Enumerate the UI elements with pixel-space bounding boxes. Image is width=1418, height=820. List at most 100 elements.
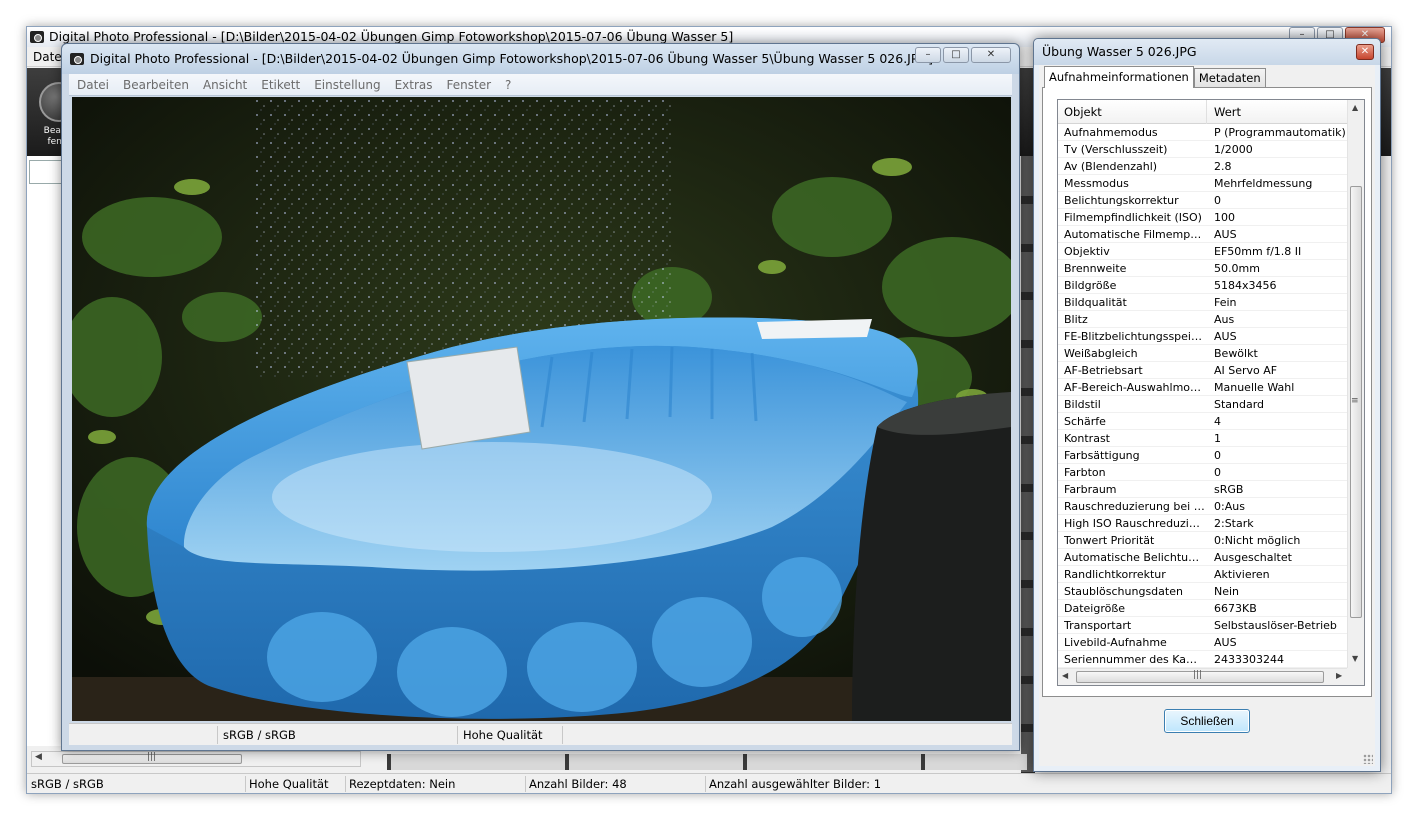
close-icon[interactable]: ✕ [971, 47, 1011, 63]
dialog-title-bar: Übung Wasser 5 026.JPG ✕ [1034, 39, 1380, 65]
info-row[interactable]: Messmodus Mehrfeldmessung [1058, 175, 1348, 192]
info-rows: Aufnahmemodus P (Programmautomatik) Tv (Ve… [1058, 124, 1348, 668]
info-row-key: Tv (Verschlusszeit) [1064, 143, 1168, 156]
info-row[interactable]: Bildgröße 5184x3456 [1058, 277, 1348, 294]
list-header: Objekt Wert [1058, 100, 1348, 124]
info-row-key: Staublöschungsdaten [1064, 585, 1183, 598]
folder-field[interactable] [29, 160, 63, 184]
scroll-grip-icon: ≡ [1351, 396, 1359, 406]
close-icon[interactable]: ✕ [1356, 44, 1374, 60]
info-row-value: 2:Stark [1214, 517, 1254, 530]
shooting-info-dialog: Übung Wasser 5 026.JPG ✕ Aufnahmeinforma… [1033, 38, 1381, 772]
info-row[interactable]: Bildqualität Fein [1058, 294, 1348, 311]
info-row[interactable]: Staublöschungsdaten Nein [1058, 583, 1348, 600]
main-status-bar: sRGB / sRGB Hohe Qualität Rezeptdaten: N… [27, 773, 1391, 793]
menu-extras[interactable]: Extras [395, 74, 433, 95]
info-row-value: sRGB [1214, 483, 1244, 496]
info-row-key: Livebild-Aufnahme [1064, 636, 1167, 649]
viewer-status-bar: sRGB / sRGB Hohe Qualität [69, 723, 1012, 745]
info-row[interactable]: Farbraum sRGB [1058, 481, 1348, 498]
info-row[interactable]: Aufnahmemodus P (Programmautomatik) [1058, 124, 1348, 141]
minimize-icon[interactable]: – [915, 47, 941, 63]
info-row-key: Bildstil [1064, 398, 1101, 411]
scroll-left-icon[interactable]: ◀ [1062, 671, 1068, 680]
info-row-key: Farbton [1064, 466, 1106, 479]
info-row-value: Nein [1214, 585, 1240, 598]
info-row-key: Rauschreduzierung bei Lan... [1064, 500, 1206, 513]
info-row[interactable]: Rauschreduzierung bei Lan... 0:Aus [1058, 498, 1348, 515]
info-row[interactable]: Tonwert Priorität 0:Nicht möglich [1058, 532, 1348, 549]
info-row-value: 0 [1214, 449, 1221, 462]
info-row[interactable]: Tv (Verschlusszeit) 1/2000 [1058, 141, 1348, 158]
tab-metadaten[interactable]: Metadaten [1193, 68, 1266, 88]
viewer-title-bar: Digital Photo Professional - [D:\Bilder\… [62, 44, 1019, 74]
main-horizontal-scrollbar[interactable]: ◀ ||| [31, 751, 361, 767]
scroll-up-icon[interactable]: ▲ [1352, 103, 1358, 112]
menu-bearbeiten[interactable]: Bearbeiten [123, 74, 189, 95]
info-row-value: 0 [1214, 194, 1221, 207]
info-list[interactable]: Objekt Wert Aufnahmemodus P (Programmauto… [1057, 99, 1365, 686]
info-row-key: Kontrast [1064, 432, 1110, 445]
info-row[interactable]: AF-Betriebsart AI Servo AF [1058, 362, 1348, 379]
menu-datei[interactable]: Datei [77, 74, 109, 95]
info-row[interactable]: Filmempfindlichkeit (ISO) 100 [1058, 209, 1348, 226]
info-row[interactable]: Schärfe 4 [1058, 413, 1348, 430]
close-button[interactable]: Schließen [1164, 709, 1250, 733]
info-row[interactable]: FE-Blitzbelichtungsspeicher... AUS [1058, 328, 1348, 345]
info-row[interactable]: Automatische Belichtungso... Ausgeschalte… [1058, 549, 1348, 566]
info-row-value: Manuelle Wahl [1214, 381, 1295, 394]
thumbnail-bottom-strip [387, 754, 1027, 770]
scroll-left-icon[interactable]: ◀ [35, 752, 42, 762]
info-row[interactable]: Automatische Filmempfindli... AUS [1058, 226, 1348, 243]
info-row-key: Belichtungskorrektur [1064, 194, 1179, 207]
info-row[interactable]: AF-Bereich-Auswahlmodus Manuelle Wahl [1058, 379, 1348, 396]
tab-aufnahmeinformationen[interactable]: Aufnahmeinformationen [1044, 66, 1194, 88]
info-row[interactable]: Blitz Aus [1058, 311, 1348, 328]
info-row[interactable]: Transportart Selbstauslöser-Betrieb [1058, 617, 1348, 634]
info-row-key: Schärfe [1064, 415, 1106, 428]
info-row-key: High ISO Rauschreduzierung [1064, 517, 1206, 530]
info-row[interactable]: Livebild-Aufnahme AUS [1058, 634, 1348, 651]
info-row[interactable]: Bildstil Standard [1058, 396, 1348, 413]
photo-canvas[interactable] [72, 97, 1011, 721]
list-hscroll-thumb[interactable]: ||| [1076, 670, 1324, 683]
column-header-objekt[interactable]: Objekt [1064, 100, 1102, 124]
info-row[interactable]: Brennweite 50.0mm [1058, 260, 1348, 277]
info-row[interactable]: Kontrast 1 [1058, 430, 1348, 447]
info-row-value: AUS [1214, 636, 1237, 649]
list-vertical-scrollbar[interactable]: ▲ ≡ ▼ [1347, 100, 1364, 669]
info-row[interactable]: High ISO Rauschreduzierung 2:Stark [1058, 515, 1348, 532]
info-row-key: Dateigröße [1064, 602, 1126, 615]
info-row-value: 6673KB [1214, 602, 1257, 615]
menu-help[interactable]: ? [505, 74, 511, 95]
info-row-value: 2433303244 [1214, 653, 1284, 666]
viewer-window-title: Digital Photo Professional - [D:\Bilder\… [90, 51, 933, 66]
info-row[interactable]: Objektiv EF50mm f/1.8 II [1058, 243, 1348, 260]
info-row-key: Tonwert Priorität [1064, 534, 1155, 547]
info-row[interactable]: Farbton 0 [1058, 464, 1348, 481]
scroll-down-icon[interactable]: ▼ [1352, 654, 1358, 663]
menu-ansicht[interactable]: Ansicht [203, 74, 247, 95]
info-row[interactable]: Dateigröße 6673KB [1058, 600, 1348, 617]
maximize-icon[interactable]: □ [943, 47, 969, 63]
viewer-menu-bar: Datei Bearbeiten Ansicht Etikett Einstel… [69, 74, 1012, 96]
dialog-body: Aufnahmeinformationen Metadaten Objekt W… [1039, 65, 1375, 766]
info-row-key: Aufnahmemodus [1064, 126, 1158, 139]
menu-einstellung[interactable]: Einstellung [314, 74, 380, 95]
main-scroll-thumb[interactable]: ||| [62, 752, 242, 764]
info-row-key: Transportart [1064, 619, 1132, 632]
info-row[interactable]: Av (Blendenzahl) 2.8 [1058, 158, 1348, 175]
menu-fenster[interactable]: Fenster [447, 74, 492, 95]
info-row[interactable]: Weißabgleich Bewölkt [1058, 345, 1348, 362]
info-row[interactable]: Randlichtkorrektur Aktivieren [1058, 566, 1348, 583]
column-header-wert[interactable]: Wert [1214, 100, 1241, 124]
info-row[interactable]: Belichtungskorrektur 0 [1058, 192, 1348, 209]
info-row-key: FE-Blitzbelichtungsspeicher... [1064, 330, 1206, 343]
info-row[interactable]: Seriennummer des Kamera... 2433303244 [1058, 651, 1348, 668]
scroll-right-icon[interactable]: ▶ [1336, 671, 1342, 680]
resize-grip-icon[interactable] [1363, 754, 1373, 764]
list-horizontal-scrollbar[interactable]: ◀ ||| ▶ [1058, 668, 1348, 685]
info-row-value: AUS [1214, 228, 1237, 241]
info-row[interactable]: Farbsättigung 0 [1058, 447, 1348, 464]
menu-etikett[interactable]: Etikett [261, 74, 300, 95]
